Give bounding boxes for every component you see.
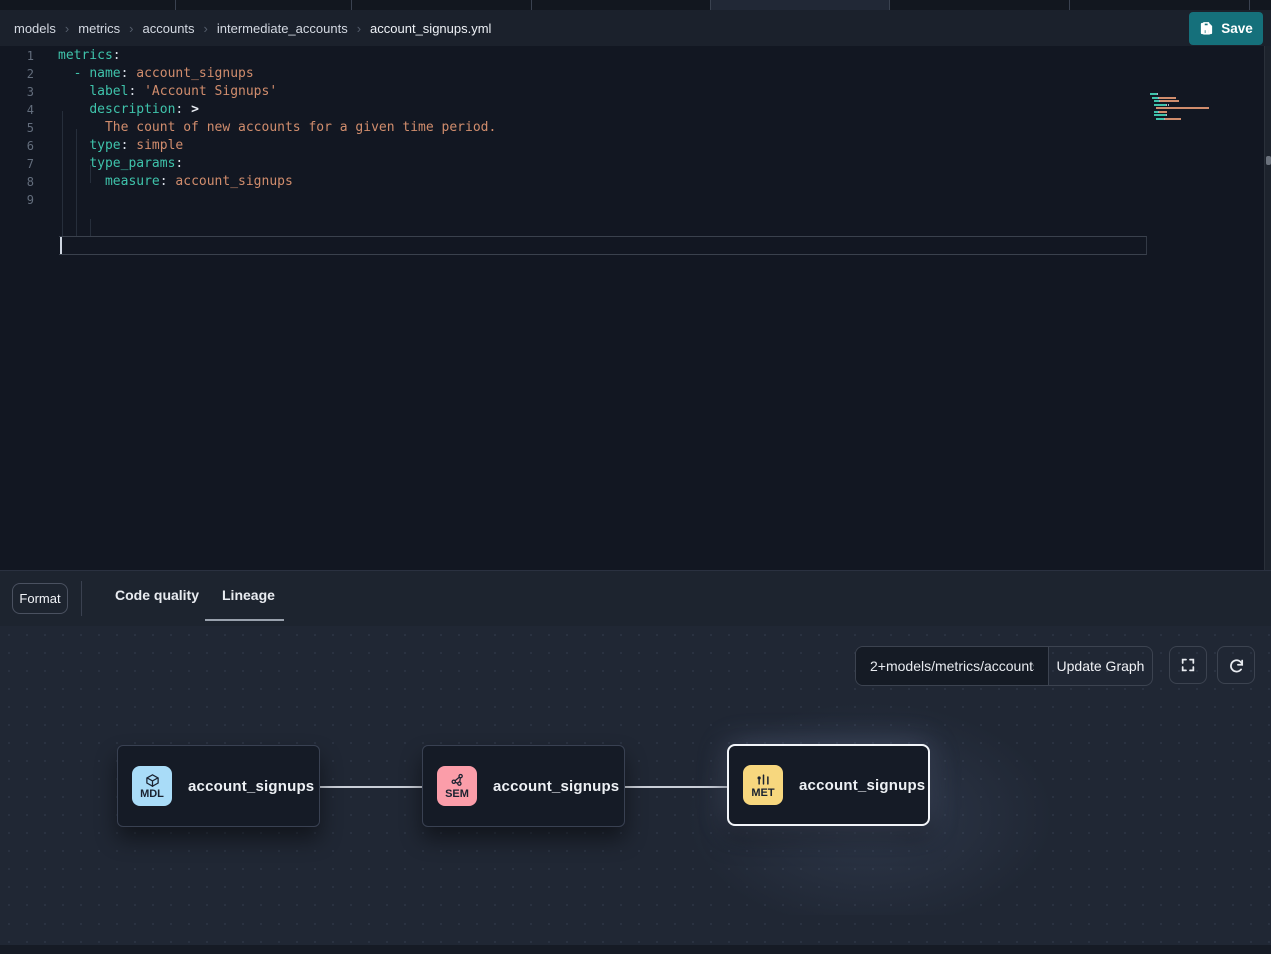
breadcrumb-bar: models › metrics › accounts › intermediate_acc…	[0, 10, 1271, 46]
line-number: 2	[0, 65, 44, 83]
line-number: 5	[0, 119, 44, 137]
node-label: account_signups	[493, 778, 619, 795]
metric-badge: MET	[743, 765, 783, 805]
current-line-highlight	[59, 236, 1147, 255]
lineage-selector-group: Update Graph	[855, 646, 1153, 686]
editor-tab[interactable]	[890, 0, 1070, 10]
refresh-icon	[1228, 657, 1245, 674]
minimap[interactable]	[1148, 46, 1264, 570]
minimap-line	[1150, 100, 1179, 102]
badge-label: MDL	[140, 789, 164, 800]
text-cursor	[60, 237, 62, 254]
editor-tab[interactable]	[1070, 0, 1250, 10]
code-editor[interactable]: 123456789 metrics: - name: account_signu…	[0, 46, 1271, 570]
line-number: 8	[0, 173, 44, 191]
tab-divider	[81, 581, 82, 616]
code-line: measure: account_signups	[58, 173, 1147, 191]
code-line: label: 'Account Signups'	[58, 83, 1147, 101]
breadcrumb-separator-icon: ›	[65, 21, 69, 36]
breadcrumb-separator-icon: ›	[204, 21, 208, 36]
tab-code-quality[interactable]: Code quality	[115, 571, 199, 619]
lineage-edge	[625, 786, 727, 788]
save-button[interactable]: Save	[1189, 12, 1263, 45]
lineage-node-metric[interactable]: MET account_signups	[727, 744, 930, 826]
indent-guide	[90, 219, 91, 237]
editor-tab[interactable]	[0, 0, 176, 10]
fullscreen-button[interactable]	[1169, 646, 1207, 684]
model-badge: MDL	[132, 766, 172, 806]
breadcrumb-separator-icon: ›	[129, 21, 133, 36]
badge-label: SEM	[445, 789, 469, 800]
fullscreen-icon	[1180, 657, 1196, 673]
line-number-gutter: 123456789	[0, 47, 44, 209]
code-line: type_params:	[58, 155, 1147, 173]
ide-window: models › metrics › accounts › intermediate_acc…	[0, 0, 1271, 954]
editor-tab[interactable]	[1250, 0, 1271, 10]
code-line: description: >	[58, 101, 1147, 119]
breadcrumb-item[interactable]: intermediate_accounts	[217, 21, 348, 36]
editor-scrollbar[interactable]	[1264, 46, 1271, 570]
semantic-nodes-icon	[450, 773, 465, 788]
breadcrumb-item[interactable]: account_signups.yml	[370, 21, 491, 36]
lineage-node-model[interactable]: MDL account_signups	[117, 745, 320, 827]
node-label: account_signups	[188, 778, 314, 795]
scrollbar-handle[interactable]	[1266, 156, 1271, 165]
lineage-selector-input[interactable]	[856, 647, 1048, 685]
save-button-label: Save	[1221, 21, 1253, 36]
code-line: metrics:	[58, 47, 1147, 65]
bottom-panel: Format Code quality Lineage Update Graph	[0, 570, 1271, 954]
breadcrumb-item[interactable]: accounts	[143, 21, 195, 36]
lineage-canvas-lower[interactable]	[0, 915, 1271, 945]
minimap-line	[1150, 107, 1209, 109]
cube-icon	[145, 773, 160, 788]
line-number: 6	[0, 137, 44, 155]
line-number: 4	[0, 101, 44, 119]
breadcrumb-item[interactable]: metrics	[78, 21, 120, 36]
metric-chart-icon	[756, 772, 771, 787]
editor-tab[interactable]	[532, 0, 711, 10]
editor-tab-active[interactable]	[711, 0, 890, 10]
line-number: 1	[0, 47, 44, 65]
node-label: account_signups	[799, 777, 925, 794]
line-number: 9	[0, 191, 44, 209]
tab-lineage[interactable]: Lineage	[222, 571, 275, 619]
editor-tab-strip	[0, 0, 1271, 10]
badge-label: MET	[751, 788, 774, 799]
minimap-line	[1150, 111, 1167, 113]
update-graph-button[interactable]: Update Graph	[1048, 647, 1152, 685]
line-number: 7	[0, 155, 44, 173]
minimap-line	[1150, 93, 1158, 95]
lineage-edge	[320, 786, 422, 788]
code-line: - name: account_signups	[58, 65, 1147, 83]
lineage-canvas[interactable]: Update Graph	[0, 626, 1271, 915]
breadcrumb: models › metrics › accounts › intermediate_acc…	[14, 21, 1263, 36]
semantic-model-badge: SEM	[437, 766, 477, 806]
code-line: type: simple	[58, 137, 1147, 155]
code-content[interactable]: metrics: - name: account_signups label: …	[58, 47, 1147, 209]
line-number: 3	[0, 83, 44, 101]
footer-strip	[0, 945, 1271, 954]
minimap-line	[1150, 114, 1167, 116]
panel-tab-row: Format Code quality Lineage	[0, 571, 1271, 626]
editor-tab[interactable]	[176, 0, 352, 10]
breadcrumb-separator-icon: ›	[357, 21, 361, 36]
lineage-node-semantic-model[interactable]: SEM account_signups	[422, 745, 625, 827]
editor-tab[interactable]	[352, 0, 532, 10]
breadcrumb-item[interactable]: models	[14, 21, 56, 36]
format-button[interactable]: Format	[12, 583, 68, 614]
minimap-line	[1150, 104, 1169, 106]
minimap-line	[1150, 118, 1181, 120]
code-line: The count of new accounts for a given ti…	[58, 119, 1147, 137]
code-line	[58, 191, 1147, 209]
save-disk-icon	[1199, 21, 1214, 36]
refresh-button[interactable]	[1217, 646, 1255, 684]
active-tab-underline	[205, 619, 284, 621]
minimap-line	[1150, 97, 1176, 99]
